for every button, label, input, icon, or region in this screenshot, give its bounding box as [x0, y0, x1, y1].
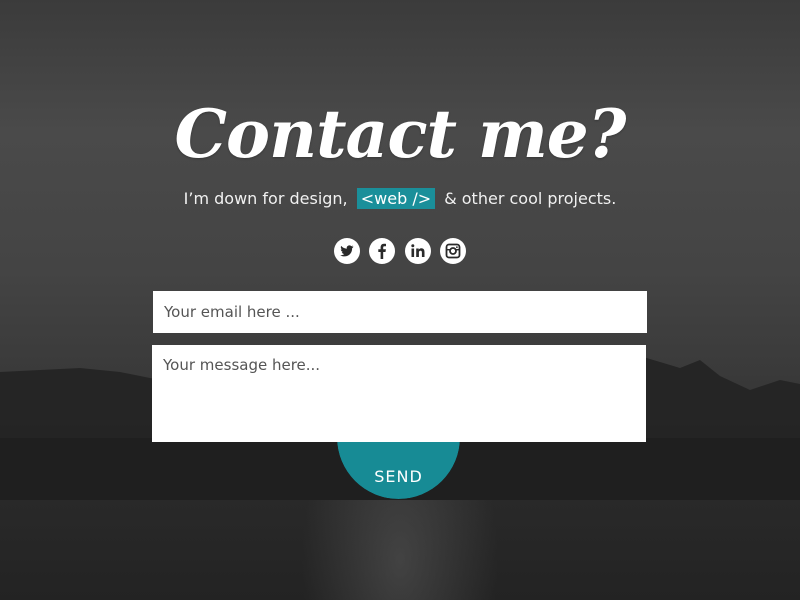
email-field[interactable] — [153, 291, 647, 333]
facebook-link[interactable] — [369, 238, 396, 264]
web-highlight-badge: <web /> — [356, 188, 436, 209]
subtitle-text: I’m down for design, — [183, 189, 348, 208]
message-field[interactable] — [152, 345, 646, 442]
subtitle-text-end: & other cool projects. — [444, 189, 617, 208]
instagram-icon — [445, 243, 461, 259]
twitter-link[interactable] — [334, 238, 361, 264]
social-links — [0, 238, 800, 266]
contact-page: Contact me? I’m down for design, <web />… — [0, 0, 800, 600]
page-title: Contact me? — [174, 95, 627, 173]
twitter-icon — [340, 245, 354, 257]
facebook-icon — [378, 243, 387, 259]
linkedin-icon — [410, 244, 425, 257]
instagram-link[interactable] — [439, 238, 466, 264]
subtitle: I’m down for design, <web /> & other coo… — [0, 186, 800, 212]
linkedin-link[interactable] — [404, 238, 431, 264]
